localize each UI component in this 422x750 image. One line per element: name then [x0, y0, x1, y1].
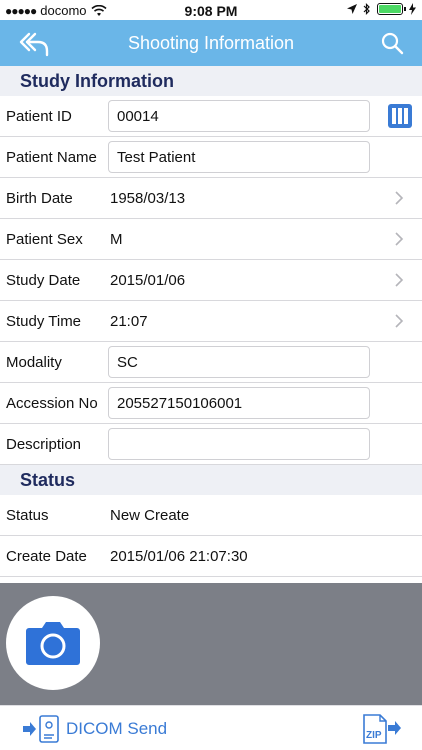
- chevron-right-icon: [395, 232, 404, 246]
- field-label: Study Time: [6, 313, 82, 330]
- row-create-date: Create Date 2015/01/06 21:07:30: [0, 536, 422, 577]
- row-study-date[interactable]: Study Date 2015/01/06: [0, 260, 422, 301]
- status-icons: [347, 3, 416, 15]
- field-label: Modality: [6, 354, 62, 371]
- field-label: Status: [6, 507, 49, 524]
- section-header-status: Status: [0, 465, 422, 495]
- row-patient-name: Patient Name: [0, 137, 422, 178]
- field-label: Patient ID: [6, 108, 72, 125]
- dicom-send-button[interactable]: DICOM Send: [22, 715, 167, 743]
- section-title: Status: [20, 470, 76, 490]
- dicom-send-label: DICOM Send: [66, 719, 168, 738]
- section-title: Study Information: [20, 71, 174, 91]
- page-title: Shooting Information: [127, 33, 295, 53]
- field-label: Accession No: [6, 395, 98, 412]
- field-label: Study Date: [6, 272, 81, 289]
- row-patient-id: Patient ID: [0, 96, 422, 137]
- status-value: New Create: [110, 507, 190, 524]
- row-study-time[interactable]: Study Time 21:07: [0, 301, 422, 342]
- row-status: Status New Create: [0, 495, 422, 536]
- study-date-value: 2015/01/06: [110, 272, 186, 289]
- field-label: Patient Sex: [6, 231, 83, 248]
- accession-no-input[interactable]: [108, 387, 370, 419]
- field-label: Patient Name: [6, 149, 97, 166]
- row-patient-sex[interactable]: Patient Sex M: [0, 219, 422, 260]
- row-modality: Modality: [0, 342, 422, 383]
- status-bar: ●●●●● docomo 9:08 PM: [0, 0, 422, 20]
- location-icon: [347, 4, 357, 14]
- description-input[interactable]: [108, 428, 370, 460]
- section-header-study: Study Information: [0, 66, 422, 96]
- zip-label: ZIP: [366, 730, 382, 741]
- bottom-toolbar: DICOM Send ZIP: [0, 705, 422, 750]
- barcode-scan-icon[interactable]: [388, 104, 412, 128]
- navigation-bar: Shooting Information: [0, 20, 422, 66]
- camera-icon: [26, 622, 80, 665]
- field-label: Birth Date: [6, 190, 73, 207]
- birth-date-value: 1958/03/13: [110, 190, 186, 207]
- chevron-right-icon: [395, 314, 404, 328]
- row-description: Description: [0, 424, 422, 465]
- patient-name-input[interactable]: [108, 141, 370, 173]
- modality-input[interactable]: [108, 346, 370, 378]
- patient-id-input[interactable]: [108, 100, 370, 132]
- battery-icon: [377, 3, 406, 15]
- bluetooth-icon: [363, 3, 370, 15]
- row-birth-date[interactable]: Birth Date 1958/03/13: [0, 178, 422, 219]
- chevron-right-icon: [395, 273, 404, 287]
- camera-button[interactable]: [6, 596, 100, 690]
- zip-export-icon[interactable]: ZIP: [358, 714, 402, 744]
- create-date-value: 2015/01/06 21:07:30: [110, 548, 248, 565]
- study-time-value: 21:07: [110, 313, 148, 330]
- row-accession-no: Accession No: [0, 383, 422, 424]
- dicom-send-icon: [23, 715, 59, 743]
- field-label: Create Date: [6, 548, 87, 565]
- search-icon[interactable]: [380, 31, 404, 55]
- chevron-right-icon: [395, 191, 404, 205]
- charging-icon: [409, 3, 416, 15]
- patient-sex-value: M: [110, 231, 123, 248]
- field-label: Description: [6, 436, 82, 453]
